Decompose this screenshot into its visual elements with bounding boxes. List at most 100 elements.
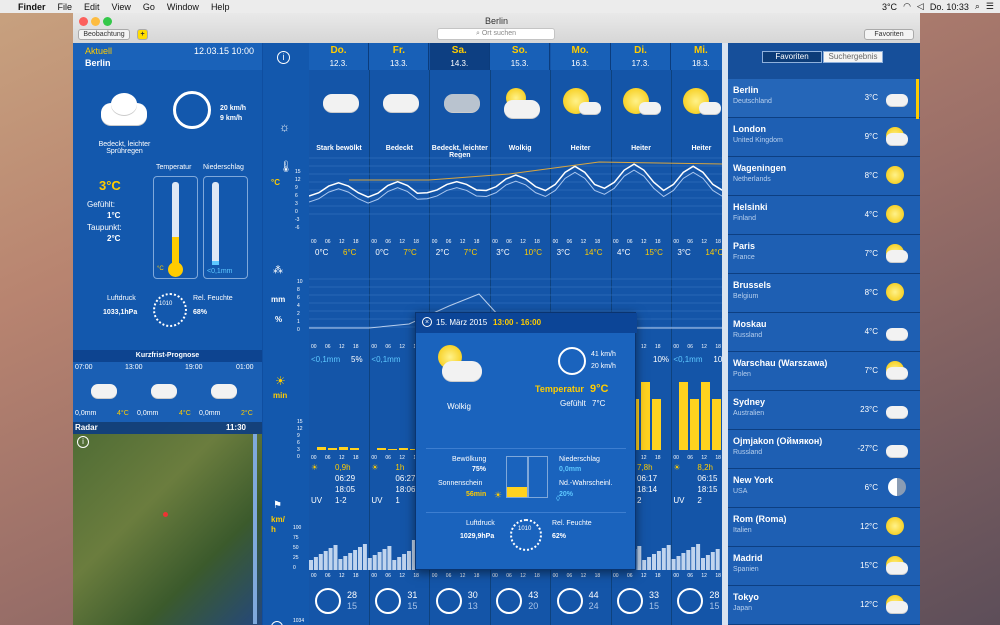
hour-tick: 00 <box>673 455 679 461</box>
day-sunrise: 06:17 <box>637 474 658 483</box>
wifi-icon[interactable]: ◠ <box>903 1 911 12</box>
favorite-item-11[interactable]: Rom (Roma) Italien 12°C <box>728 508 920 547</box>
favorite-item-0[interactable]: Berlin Deutschland 3°C <box>728 79 920 118</box>
cloud-icon <box>882 320 910 344</box>
popover-felt-label: Gefühlt <box>560 399 586 408</box>
menu-finder[interactable]: Finder <box>12 2 52 12</box>
day-condition: Heiter <box>631 145 651 152</box>
info-icon[interactable]: i <box>277 51 290 64</box>
favoriten-button[interactable]: Favoriten <box>864 29 914 40</box>
day-name: Mo. <box>571 45 589 56</box>
radar-map[interactable]: Radar 11:30 i <box>73 422 262 625</box>
favorite-item-13[interactable]: Tokyo Japan 12°C <box>728 586 920 625</box>
cloud-icon <box>319 88 361 118</box>
wind-bar <box>392 560 397 570</box>
radar-scrollbar[interactable] <box>253 434 257 624</box>
menu-view[interactable]: View <box>106 2 137 12</box>
hour-tick: 18 <box>655 455 661 461</box>
menu-go[interactable]: Go <box>137 2 161 12</box>
favorite-name: Ojmjakon (Оймякон) <box>733 436 823 446</box>
favorite-temp: 23°C <box>860 405 878 414</box>
favorite-item-2[interactable]: Wageningen Netherlands 8°C <box>728 157 920 196</box>
day-header-4[interactable]: Mo. 16.3. <box>550 43 611 70</box>
current-weather-panel: Aktuell 12.03.15 10:00 Berlin 20 km/h 9 … <box>73 43 262 625</box>
favorite-name: Madrid <box>733 553 763 563</box>
hour-tick: 18 <box>534 573 540 579</box>
wind-axis-tick: 75 <box>293 535 299 541</box>
day-wind-gust: 13 <box>467 601 478 611</box>
short-precip-2: 0,0mm <box>199 410 221 417</box>
rain-axis-tick: 10 <box>297 279 303 285</box>
menubar-clock[interactable]: Do. 10:33 <box>930 2 969 12</box>
day-header-3[interactable]: So. 15.3. <box>490 43 551 70</box>
menu-file[interactable]: File <box>52 2 79 12</box>
location-marker-icon <box>163 512 168 517</box>
hour-tick: 06 <box>445 573 452 579</box>
day-header-0[interactable]: Do. 12.3. <box>309 43 369 70</box>
sun-axis-tick: 15 <box>297 419 303 425</box>
wind-bar <box>637 546 642 570</box>
weather-status-temp[interactable]: 3°C <box>882 2 897 12</box>
short-temp-2: 2°C <box>241 410 253 417</box>
radar-info-icon[interactable]: i <box>77 436 89 448</box>
favorite-item-8[interactable]: Sydney Australien 23°C <box>728 391 920 430</box>
add-button[interactable]: + <box>137 29 148 40</box>
humidity-label: Rel. Feuchte <box>193 295 233 302</box>
popover-humidity: 62% <box>552 533 567 540</box>
wind-bar <box>696 544 701 570</box>
popover-rain-bar <box>528 456 548 498</box>
tab-favoriten[interactable]: Favoriten <box>762 51 822 63</box>
day-header-2[interactable]: Sa. 14.3. <box>429 43 490 70</box>
wind-bar <box>666 545 671 570</box>
favorite-temp: 4°C <box>864 327 878 336</box>
favorite-item-12[interactable]: Madrid Spanien 15°C <box>728 547 920 586</box>
favorite-item-1[interactable]: London United Kingdom 9°C <box>728 118 920 157</box>
menu-window[interactable]: Window <box>161 2 205 12</box>
day-min-temp: 0°C <box>315 248 329 257</box>
popover-cloud: 75% <box>472 466 487 473</box>
list-icon[interactable]: ☰ <box>986 1 994 12</box>
sun-cloud-icon <box>882 359 910 383</box>
favorite-item-3[interactable]: Helsinki Finland 4°C <box>728 196 920 235</box>
wind-bar <box>377 552 382 570</box>
uv-label: UV <box>673 496 685 505</box>
tab-suchergebnis[interactable]: Suchergebnis <box>823 51 883 63</box>
search-input[interactable]: ⌕ Ort suchen <box>437 28 555 40</box>
axis-pct: % <box>275 315 283 324</box>
favorite-item-10[interactable]: New York USA 6°C <box>728 469 920 508</box>
day-header-1[interactable]: Fr. 13.3. <box>369 43 430 70</box>
menu-help[interactable]: Help <box>205 2 236 12</box>
hour-tick: 12 <box>641 239 647 245</box>
pressure-gauge-icon: 1010 <box>510 519 542 551</box>
day-date: 16.3. <box>571 59 589 68</box>
temp-axis-tick: 0 <box>295 209 298 215</box>
favorite-country: Italien <box>733 527 752 534</box>
sunshine-bar <box>399 448 409 450</box>
hour-tick: 18 <box>715 573 721 579</box>
hour-tick: 06 <box>566 239 573 245</box>
day-header-5[interactable]: Di. 17.3. <box>611 43 671 70</box>
favorite-item-7[interactable]: Warschau (Warszawa) Polen 7°C <box>728 352 920 391</box>
favorite-item-5[interactable]: Brussels Belgium 8°C <box>728 274 920 313</box>
hour-tick: 00 <box>311 455 317 461</box>
hour-tick: 00 <box>492 573 498 579</box>
beobachtung-button[interactable]: Beobachtung <box>78 29 130 40</box>
close-icon[interactable]: × <box>422 317 432 327</box>
sunshine-bar <box>377 448 387 450</box>
popover-temp-label: Temperatur <box>535 384 584 394</box>
day-wind-speed: 28 <box>347 590 358 600</box>
favorite-item-4[interactable]: Paris France 7°C <box>728 235 920 274</box>
popover-prob: 20% <box>559 491 574 498</box>
felt-label: Gefühlt: <box>87 200 116 209</box>
hour-tick: 18 <box>594 573 601 579</box>
detail-popover[interactable]: × 15. März 2015 13:00 - 16:00 Wolkig 41 … <box>415 312 637 570</box>
volume-icon[interactable]: ◁ <box>917 1 924 12</box>
wind-bar <box>348 553 353 570</box>
short-forecast-title: Kurzfrist-Prognose <box>73 350 262 362</box>
favorite-item-9[interactable]: Ojmjakon (Оймякон) Russland -27°C <box>728 430 920 469</box>
menu-edit[interactable]: Edit <box>78 2 106 12</box>
favorite-item-6[interactable]: Moskau Russland 4°C <box>728 313 920 352</box>
app-window: Berlin Beobachtung + ⌕ Ort suchen Favori… <box>73 13 920 625</box>
search-icon[interactable]: ⌕ <box>975 1 980 12</box>
hour-tick: 00 <box>492 239 498 245</box>
